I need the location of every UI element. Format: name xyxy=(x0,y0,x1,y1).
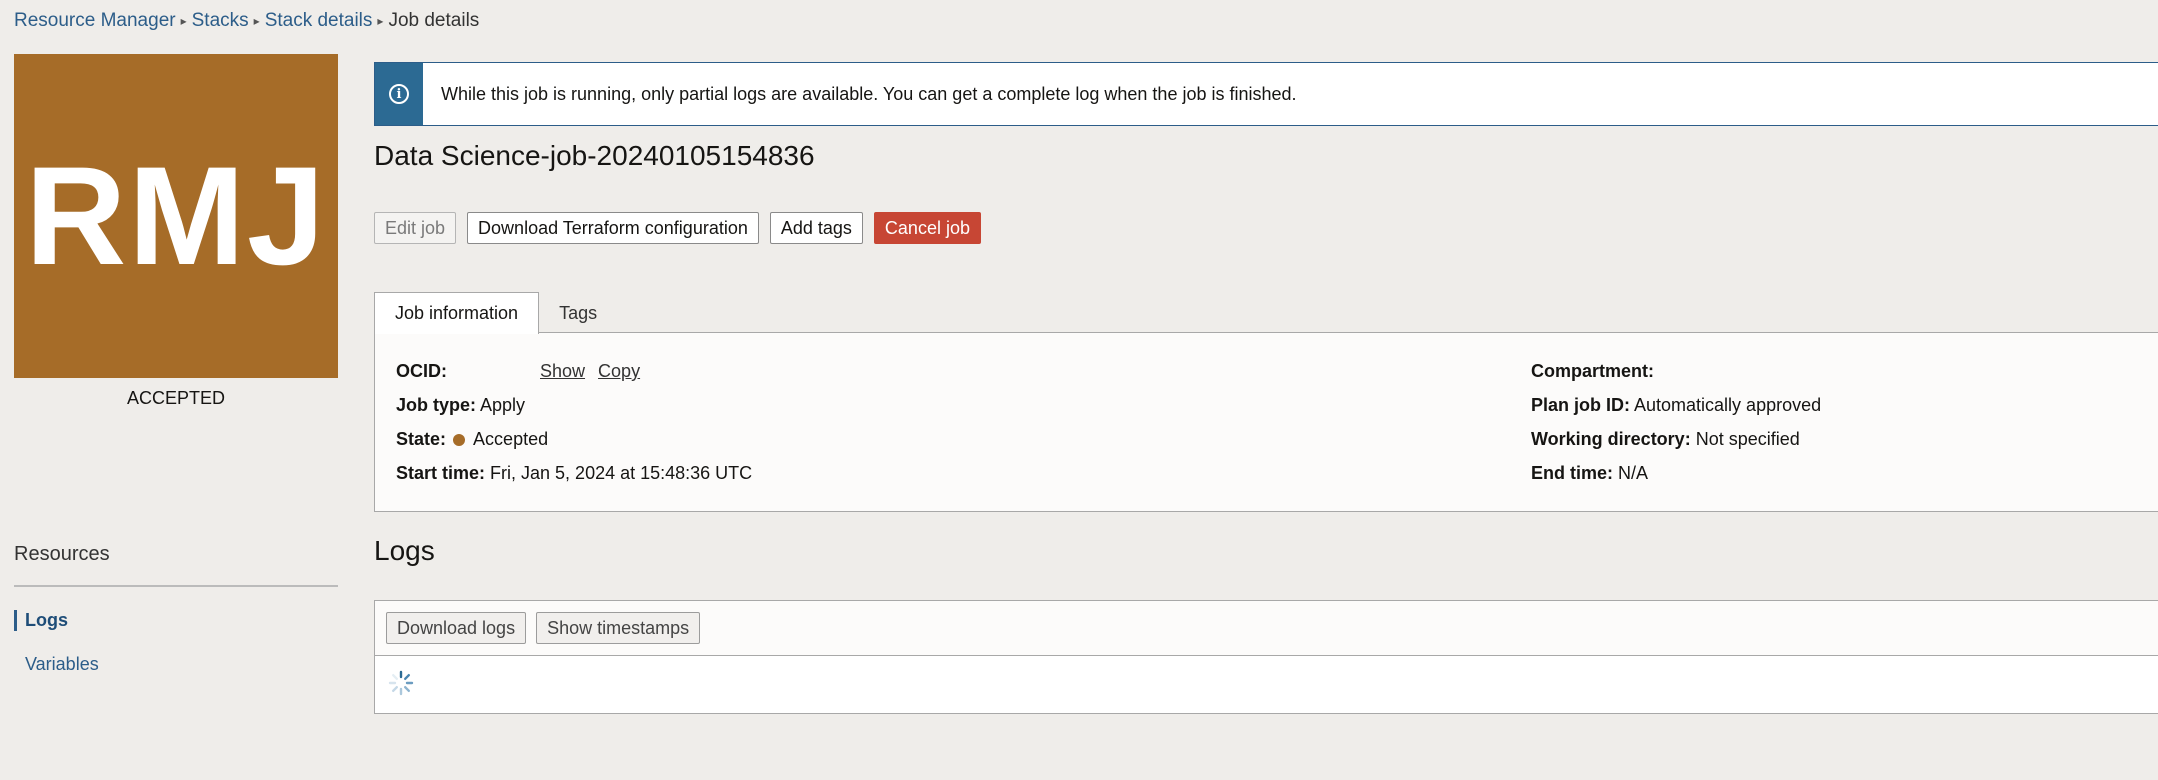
logs-toolbar: Download logs Show timestamps xyxy=(375,601,2158,656)
tab-job-information[interactable]: Job information xyxy=(374,292,540,334)
action-toolbar: Edit job Download Terraform configuratio… xyxy=(374,212,981,244)
logs-panel: Download logs Show timestamps xyxy=(374,600,2158,714)
ocid-actions: Show Copy xyxy=(540,361,648,382)
plan-job-id-value: Automatically approved xyxy=(1634,395,1822,415)
breadcrumb-stack-details[interactable]: Stack details xyxy=(265,10,373,32)
working-directory-field: Working directory: Not specified xyxy=(1531,429,1800,450)
info-banner: i While this job is running, only partia… xyxy=(374,62,2158,126)
ocid-label: OCID: xyxy=(396,361,447,381)
plan-job-id-field: Plan job ID: Automatically approved xyxy=(1531,395,1821,416)
start-time-field: Start time: Fri, Jan 5, 2024 at 15:48:36… xyxy=(396,463,752,484)
state-dot-icon xyxy=(453,434,466,446)
state-value: Accepted xyxy=(473,429,549,449)
start-time-label: Start time: xyxy=(396,463,486,483)
plan-job-id-label: Plan job ID: xyxy=(1531,395,1630,415)
job-badge-status: ACCEPTED xyxy=(126,388,225,408)
chevron-right-icon: ▸ xyxy=(180,14,187,28)
ocid-show-link[interactable]: Show xyxy=(540,361,585,381)
end-time-label: End time: xyxy=(1531,463,1614,483)
job-type-field: Job type: Apply xyxy=(396,395,525,416)
edit-job-button[interactable]: Edit job xyxy=(374,212,457,244)
breadcrumb: Resource Manager ▸ Stacks ▸ Stack detail… xyxy=(14,10,479,32)
working-directory-label: Working directory: xyxy=(1531,429,1691,449)
info-banner-message: While this job is running, only partial … xyxy=(441,83,1297,104)
loading-spinner-icon xyxy=(388,670,414,696)
info-icon: i xyxy=(389,84,409,104)
end-time-value: N/A xyxy=(1618,463,1649,483)
tab-bar: Job information Tags xyxy=(374,292,617,334)
resources-title: Resources xyxy=(14,543,110,565)
breadcrumb-stacks[interactable]: Stacks xyxy=(192,10,249,32)
start-time-value: Fri, Jan 5, 2024 at 15:48:36 UTC xyxy=(490,463,753,483)
add-tags-button[interactable]: Add tags xyxy=(769,212,863,244)
tab-tags[interactable]: Tags xyxy=(539,292,617,334)
job-badge-initials: RMJ xyxy=(25,137,327,294)
breadcrumb-current: Job details xyxy=(388,10,480,31)
resources-divider xyxy=(14,585,338,587)
state-label: State: xyxy=(396,429,447,449)
ocid-field: OCID: xyxy=(396,361,447,382)
resources-item-logs[interactable]: Logs xyxy=(14,610,314,631)
chevron-right-icon: ▸ xyxy=(377,14,384,28)
compartment-label: Compartment: xyxy=(1531,361,1655,381)
chevron-right-icon: ▸ xyxy=(253,14,260,28)
job-information-panel: OCID: Show Copy Job type: Apply State: A… xyxy=(374,332,2158,512)
info-icon-container: i xyxy=(375,63,423,125)
download-logs-button[interactable]: Download logs xyxy=(386,612,527,644)
breadcrumb-resource-manager[interactable]: Resource Manager xyxy=(14,10,176,32)
job-badge: RMJ xyxy=(14,54,338,378)
working-directory-value: Not specified xyxy=(1695,429,1800,449)
compartment-field: Compartment: xyxy=(1531,361,1654,382)
download-terraform-button[interactable]: Download Terraform configuration xyxy=(467,212,759,244)
resources-item-variables[interactable]: Variables xyxy=(14,654,314,675)
logs-title: Logs xyxy=(374,535,435,566)
page-title: Data Science-job-20240105154836 xyxy=(374,140,815,171)
state-field: State: Accepted xyxy=(396,429,548,450)
end-time-field: End time: N/A xyxy=(1531,463,1648,484)
cancel-job-button[interactable]: Cancel job xyxy=(873,212,981,244)
job-type-label: Job type: xyxy=(396,395,477,415)
job-type-value: Apply xyxy=(480,395,526,415)
ocid-copy-link[interactable]: Copy xyxy=(598,361,640,381)
show-timestamps-button[interactable]: Show timestamps xyxy=(536,612,701,644)
